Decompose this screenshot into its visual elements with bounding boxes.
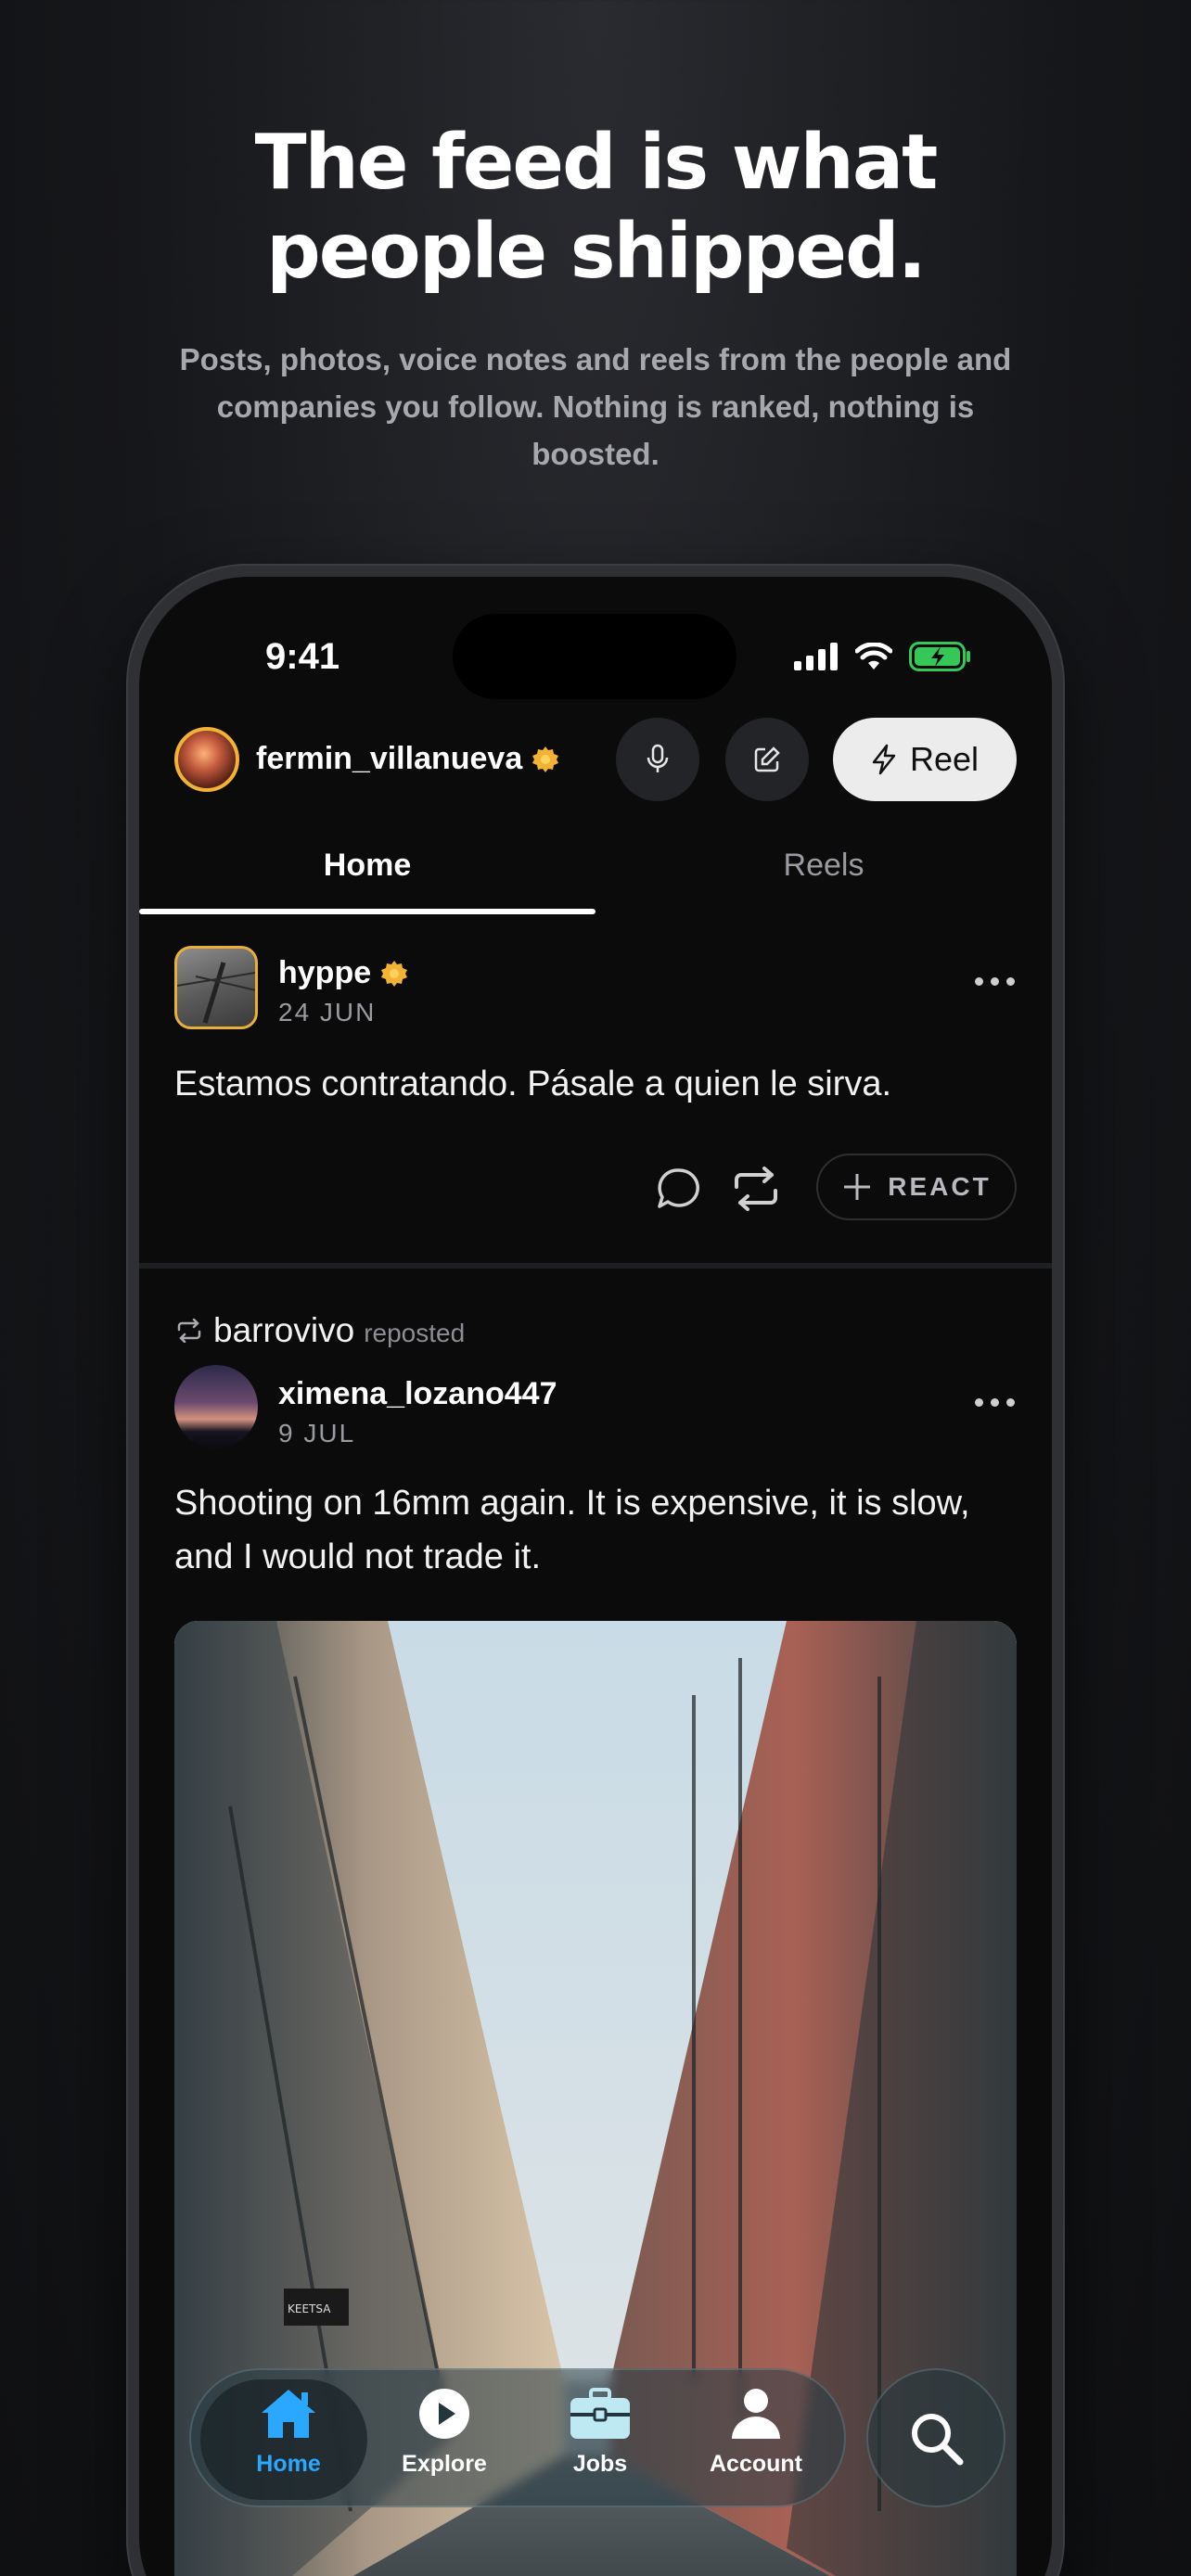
tabbar-label-account: Account [710, 2451, 802, 2477]
reposter-name[interactable]: barrovivo [213, 1311, 354, 1350]
headline-line-1: The feed is what [254, 119, 939, 207]
tabbar-label-home: Home [256, 2451, 321, 2477]
verified-badge-icon [381, 960, 408, 987]
person-icon [732, 2389, 780, 2439]
post-divider [139, 1263, 1052, 1269]
home-icon [262, 2390, 315, 2438]
headline-line-2: people shipped. [266, 208, 927, 296]
more-dot [1006, 977, 1015, 986]
signal-icon [794, 643, 838, 670]
active-tab-indicator [139, 909, 596, 914]
more-dot [975, 977, 983, 986]
tabbar-item-home[interactable]: Home [210, 2387, 367, 2478]
more-dot [991, 1398, 999, 1407]
status-time: 9:41 [265, 636, 340, 677]
repost-icon[interactable] [727, 1167, 785, 1211]
post-date: 24 JUN [278, 998, 377, 1027]
new-reel-button[interactable]: Reel [833, 718, 1017, 801]
repost-header: barrovivo reposted [174, 1311, 465, 1350]
mic-icon [647, 744, 669, 772]
post-more-button[interactable] [975, 977, 1015, 986]
post-avatar-ximena[interactable] [174, 1365, 258, 1448]
repost-small-icon [177, 1319, 201, 1343]
bottom-tab-bar: Home Explore Jobs Account [189, 2368, 846, 2507]
post-author: hyppe [278, 955, 372, 990]
tab-home[interactable]: Home [139, 848, 596, 884]
play-icon [419, 2389, 469, 2439]
verified-badge-icon [532, 746, 559, 772]
tab-reels[interactable]: Reels [596, 848, 1052, 884]
bolt-icon [872, 744, 896, 775]
post-more-button[interactable] [975, 1398, 1015, 1407]
phone-frame: 9:41 fermin_villanueva Reel Home Reels h… [126, 564, 1065, 2576]
status-icons [794, 642, 972, 671]
post-author-row[interactable]: hyppe [278, 955, 408, 991]
dynamic-island [453, 614, 736, 699]
my-username: fermin_villanueva [256, 741, 523, 776]
post-author[interactable]: ximena_lozano447 [278, 1376, 557, 1412]
react-label: REACT [888, 1172, 992, 1201]
reel-button-label: Reel [909, 740, 980, 778]
marketing-headline: The feed is what people shipped. [0, 119, 1191, 297]
tabbar-label-explore: Explore [402, 2451, 487, 2477]
tabbar-item-account[interactable]: Account [677, 2387, 835, 2478]
tabbar-label-jobs: Jobs [572, 2451, 628, 2477]
reposted-label: reposted [364, 1319, 466, 1347]
post-avatar-hyppe[interactable] [174, 946, 258, 1029]
tabbar-item-explore[interactable]: Explore [365, 2387, 523, 2478]
plus-icon [844, 1174, 871, 1200]
briefcase-icon [570, 2388, 630, 2439]
post-date: 9 JUL [278, 1419, 356, 1447]
post-body: Shooting on 16mm again. It is expensive,… [174, 1484, 970, 1576]
my-avatar[interactable] [174, 727, 239, 792]
store-sign: KEETSA [288, 2302, 331, 2315]
tabbar-item-jobs[interactable]: Jobs [521, 2387, 679, 2478]
compose-icon [754, 746, 780, 772]
marketing-subhead: Posts, photos, voice notes and reels fro… [179, 342, 1012, 471]
search-button[interactable] [866, 2368, 1005, 2507]
more-dot [1006, 1398, 1015, 1407]
more-dot [991, 977, 999, 986]
more-dot [975, 1398, 983, 1407]
compose-button[interactable] [725, 718, 809, 801]
search-icon [912, 2414, 964, 2466]
avatar-photo [177, 962, 255, 1024]
phone-screen: 9:41 fermin_villanueva Reel Home Reels h… [139, 577, 1052, 2576]
battery-icon [909, 642, 970, 671]
post-body: Estamos contratando. Pásale a quien le s… [174, 1065, 892, 1103]
comment-icon[interactable] [655, 1167, 701, 1211]
voice-note-button[interactable] [616, 718, 699, 801]
wifi-icon [855, 643, 892, 670]
react-button[interactable]: REACT [816, 1154, 1017, 1220]
my-username-row[interactable]: fermin_villanueva [256, 741, 559, 777]
